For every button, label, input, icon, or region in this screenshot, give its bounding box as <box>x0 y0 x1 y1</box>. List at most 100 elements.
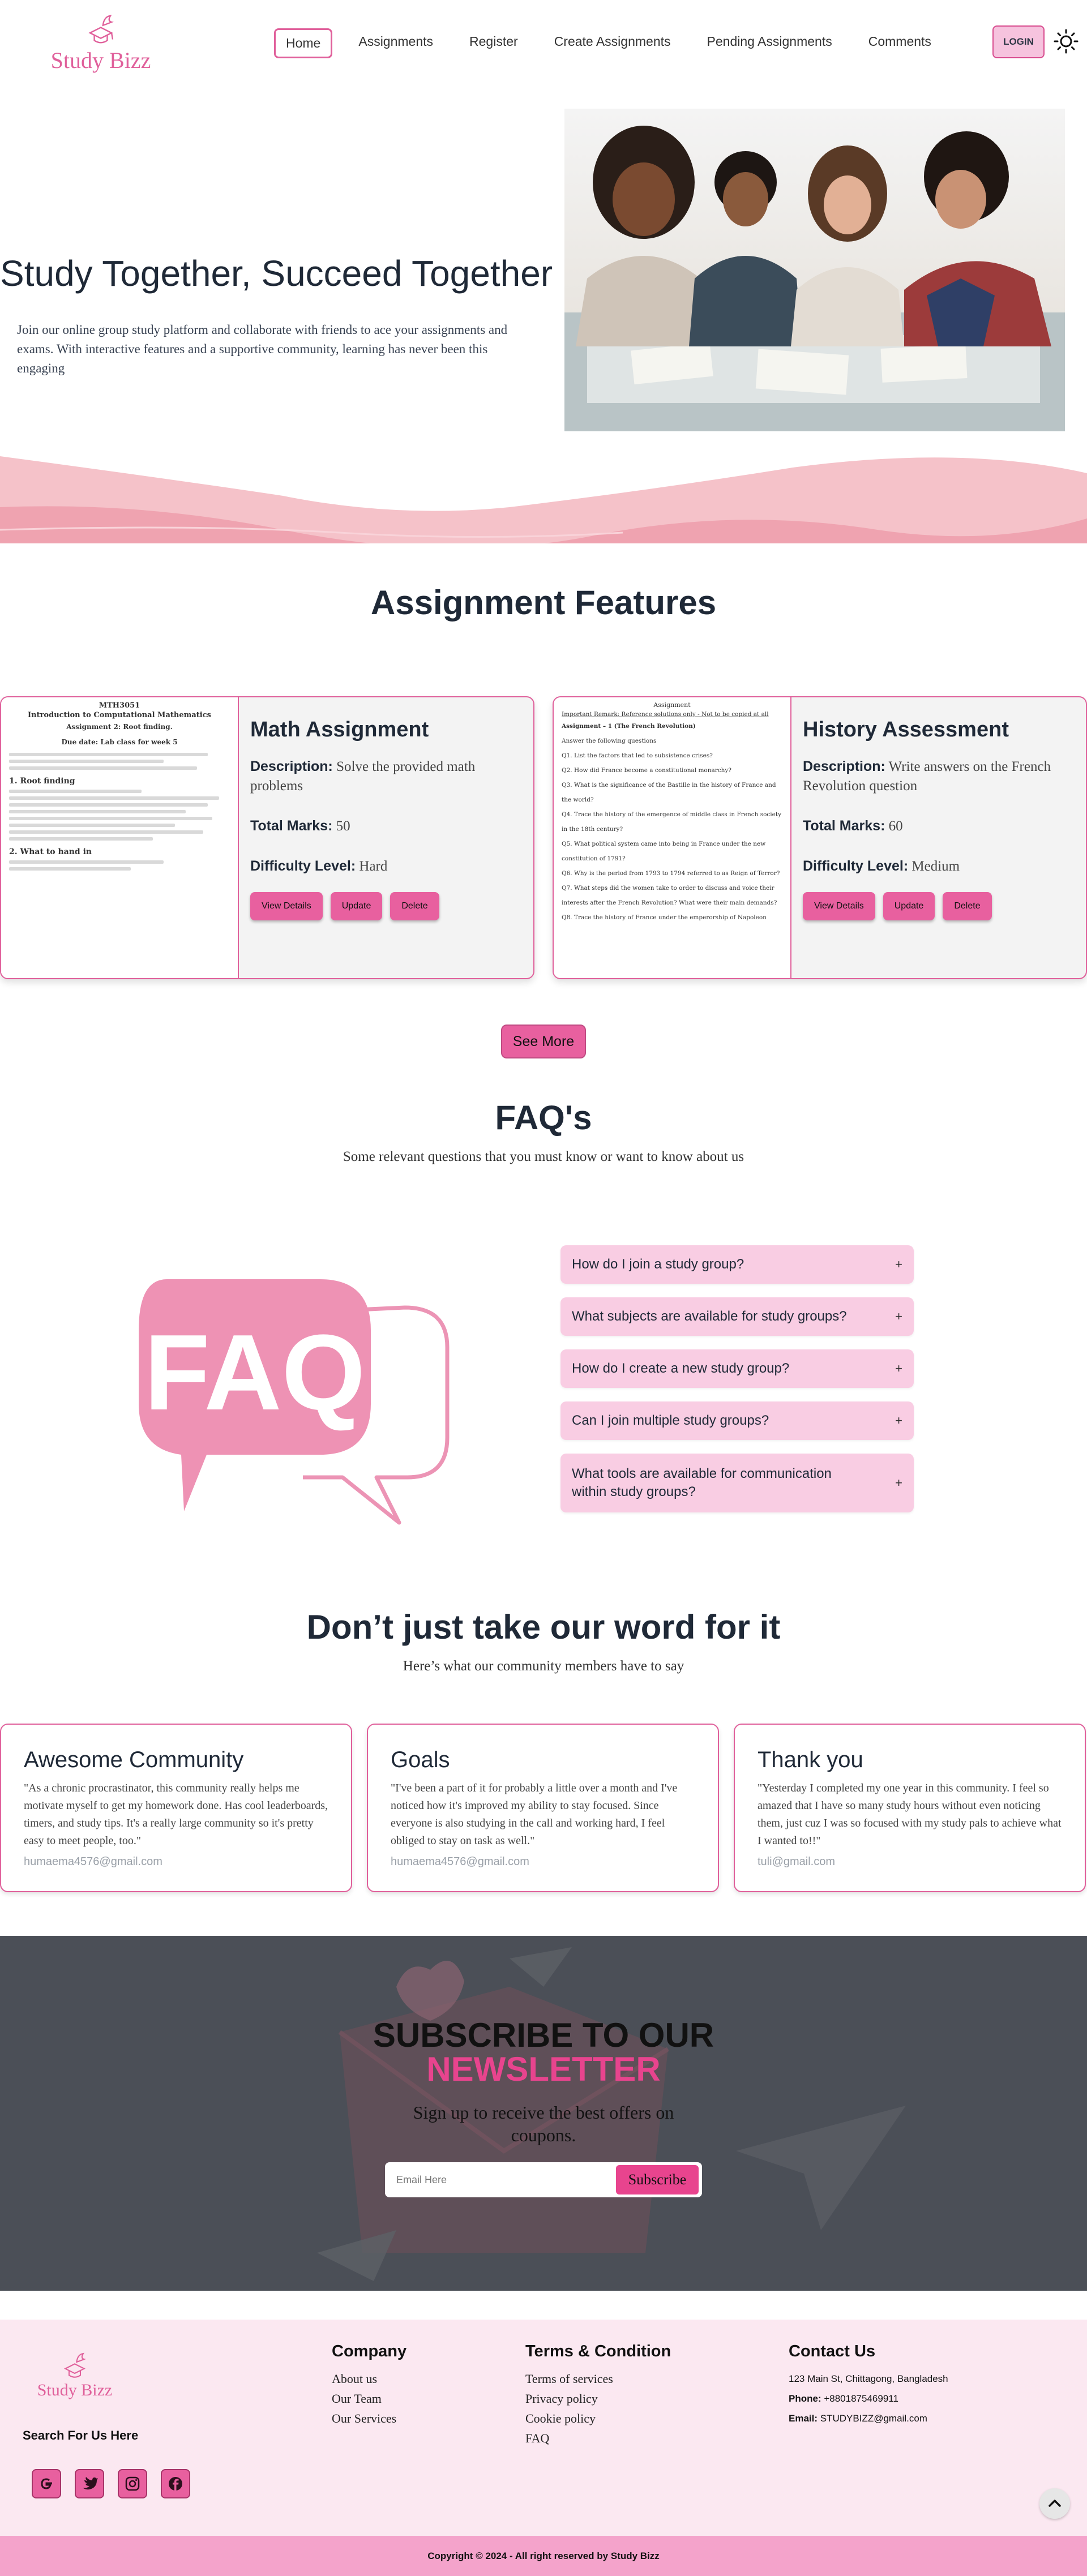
assignment-preview-image[interactable]: Assignment Important Remark: Reference s… <box>554 697 791 978</box>
footer-link-faq[interactable]: FAQ <box>525 2428 671 2448</box>
footer-column-title: Company <box>332 2342 407 2360</box>
faq-list: How do I join a study group? + What subje… <box>560 1245 914 1526</box>
footer-contact-column: Contact Us 123 Main St, Chittagong, Bang… <box>789 2342 948 2428</box>
testimonials-title: Don’t just take our word for it <box>306 1608 781 1646</box>
nav-register[interactable]: Register <box>459 28 528 58</box>
view-details-button[interactable]: View Details <box>803 892 875 920</box>
nav-assignments[interactable]: Assignments <box>348 28 443 58</box>
contact-address: 123 Main St, Chittagong, Bangladesh <box>789 2373 948 2384</box>
plus-icon: + <box>895 1309 902 1323</box>
assignment-card-history: Assignment Important Remark: Reference s… <box>553 696 1087 979</box>
doc-title: Important Remark: Reference solutions on… <box>562 711 769 718</box>
plus-icon: + <box>895 1361 902 1375</box>
faq-question: How do I join a study group? <box>572 1257 744 1272</box>
faq-question: What subjects are available for study gr… <box>572 1309 847 1324</box>
doc-question: Q2. How did France become a constitution… <box>562 767 731 774</box>
newsletter-form: Subscribe <box>385 2162 702 2197</box>
faq-item[interactable]: How do I join a study group? + <box>560 1245 914 1284</box>
delete-button[interactable]: Delete <box>943 892 992 920</box>
doc-subtitle: Assignment 2: Root finding. <box>66 723 173 731</box>
testimonial-email: humaema4576@gmail.com <box>24 1855 162 1868</box>
newsletter-section: SUBSCRIBE TO OUR NEWSLETTER Sign up to r… <box>0 1936 1087 2291</box>
doc-subtitle: Assignment – 1 (The French Revolution) <box>562 723 696 730</box>
faq-item[interactable]: How do I create a new study group? + <box>560 1349 914 1388</box>
hero-wave-decoration <box>0 456 1087 543</box>
testimonial-title: Awesome Community <box>24 1747 244 1772</box>
testimonial-text: "As a chronic procrastinator, this commu… <box>24 1782 328 1847</box>
footer-link-terms[interactable]: Terms of services <box>525 2369 671 2389</box>
doc-question: Q4. Trace the history of the emergence o… <box>562 811 782 833</box>
assignment-title: History Assessment <box>803 718 1009 741</box>
testimonial-text: "Yesterday I completed my one year in th… <box>758 1782 1062 1847</box>
testimonial-card: Goals "I've been a part of it for probab… <box>367 1724 719 1892</box>
see-more-button[interactable]: See More <box>501 1025 586 1058</box>
footer: Study Bizz Search For Us Here Company Ab… <box>0 2320 1087 2536</box>
doc-instructions: Answer the following questions <box>562 738 657 744</box>
scroll-to-top-button[interactable] <box>1039 2488 1070 2519</box>
features-title: Assignment Features <box>370 584 717 622</box>
doc-question: Q1. List the factors that led to subsist… <box>562 752 713 759</box>
footer-logo[interactable]: Study Bizz <box>29 2349 120 2406</box>
doc-question: Q3. What is the significance of the Bast… <box>562 782 776 803</box>
contact-email: Email: STUDYBIZZ@gmail.com <box>789 2413 927 2424</box>
doc-due: Due date: Lab class for week 5 <box>61 738 178 746</box>
chevron-up-icon <box>1049 2500 1061 2507</box>
doc-section-heading: 1. Root finding <box>9 777 75 786</box>
login-button[interactable]: LOGIN <box>992 25 1045 58</box>
assignment-description: Description: Solve the provided math pro… <box>250 758 476 794</box>
email-input[interactable] <box>388 2174 616 2186</box>
plus-icon: + <box>895 1257 902 1271</box>
brand-logo[interactable]: Study Bizz <box>50 11 152 74</box>
faq-item[interactable]: Can I join multiple study groups? + <box>560 1401 914 1440</box>
facebook-icon[interactable] <box>161 2469 190 2498</box>
copyright-bar: Copyright © 2024 - All right reserved by… <box>0 2536 1087 2576</box>
hero-text: Join our online group study platform and… <box>17 323 508 375</box>
update-button[interactable]: Update <box>883 892 935 920</box>
logo-icon <box>64 2352 87 2378</box>
nav-pending-assignments[interactable]: Pending Assignments <box>697 28 842 58</box>
assignment-card-math: MTH3051 Introduction to Computational Ma… <box>0 696 534 979</box>
doc-question: Q7. What steps did the women take to ord… <box>562 885 777 906</box>
faq-item[interactable]: What subjects are available for study gr… <box>560 1297 914 1336</box>
faq-question: What tools are available for communicati… <box>572 1466 832 1499</box>
doc-question: Q8. Trace the history of France under th… <box>562 914 767 921</box>
assignment-difficulty: Difficulty Level: Medium <box>803 858 960 874</box>
hero-title: Study Together, Succeed Together <box>0 253 553 294</box>
nav-comments[interactable]: Comments <box>858 28 942 58</box>
twitter-icon[interactable] <box>75 2469 104 2498</box>
subscribe-button[interactable]: Subscribe <box>616 2165 699 2194</box>
footer-column-title: Contact Us <box>789 2342 876 2360</box>
view-details-button[interactable]: View Details <box>250 892 323 920</box>
testimonials-subtitle: Here’s what our community members have t… <box>403 1658 684 1674</box>
theme-toggle-sun-icon[interactable] <box>1053 28 1079 54</box>
google-icon[interactable] <box>32 2469 61 2498</box>
assignment-difficulty: Difficulty Level: Hard <box>250 858 388 874</box>
footer-link-services[interactable]: Our Services <box>332 2408 406 2428</box>
footer-link-about[interactable]: About us <box>332 2369 406 2389</box>
instagram-icon[interactable] <box>118 2469 147 2498</box>
faq-subtitle: Some relevant questions that you must kn… <box>343 1149 744 1164</box>
footer-link-privacy[interactable]: Privacy policy <box>525 2389 671 2408</box>
contact-phone: Phone: +8801875469911 <box>789 2393 898 2404</box>
assignment-info: History Assessment Description: Write an… <box>803 718 1075 920</box>
nav-create-assignments[interactable]: Create Assignments <box>544 28 681 58</box>
update-button[interactable]: Update <box>330 892 383 920</box>
testimonial-title: Goals <box>391 1747 450 1772</box>
footer-brand-name: Study Bizz <box>37 2381 113 2399</box>
search-us-label: Search For Us Here <box>23 2428 139 2442</box>
faq-question: Can I join multiple study groups? <box>572 1413 769 1428</box>
testimonial-card: Thank you "Yesterday I completed my one … <box>734 1724 1086 1892</box>
testimonial-email: tuli@gmail.com <box>758 1855 836 1868</box>
students-illustration <box>564 126 1065 431</box>
assignment-marks: Total Marks: 50 <box>250 818 350 834</box>
footer-link-cookie[interactable]: Cookie policy <box>525 2408 671 2428</box>
doc-section-heading: 2. What to hand in <box>9 847 92 856</box>
footer-link-team[interactable]: Our Team <box>332 2389 406 2408</box>
delete-button[interactable]: Delete <box>390 892 439 920</box>
assignment-preview-image[interactable]: MTH3051 Introduction to Computational Ma… <box>1 697 239 978</box>
doc-code: Assignment <box>653 701 691 709</box>
testimonial-email: humaema4576@gmail.com <box>391 1855 529 1868</box>
faq-speech-bubble-illustration: FAQ <box>139 1279 450 1525</box>
faq-item[interactable]: What tools are available for communicati… <box>560 1454 914 1512</box>
nav-home[interactable]: Home <box>274 28 333 58</box>
